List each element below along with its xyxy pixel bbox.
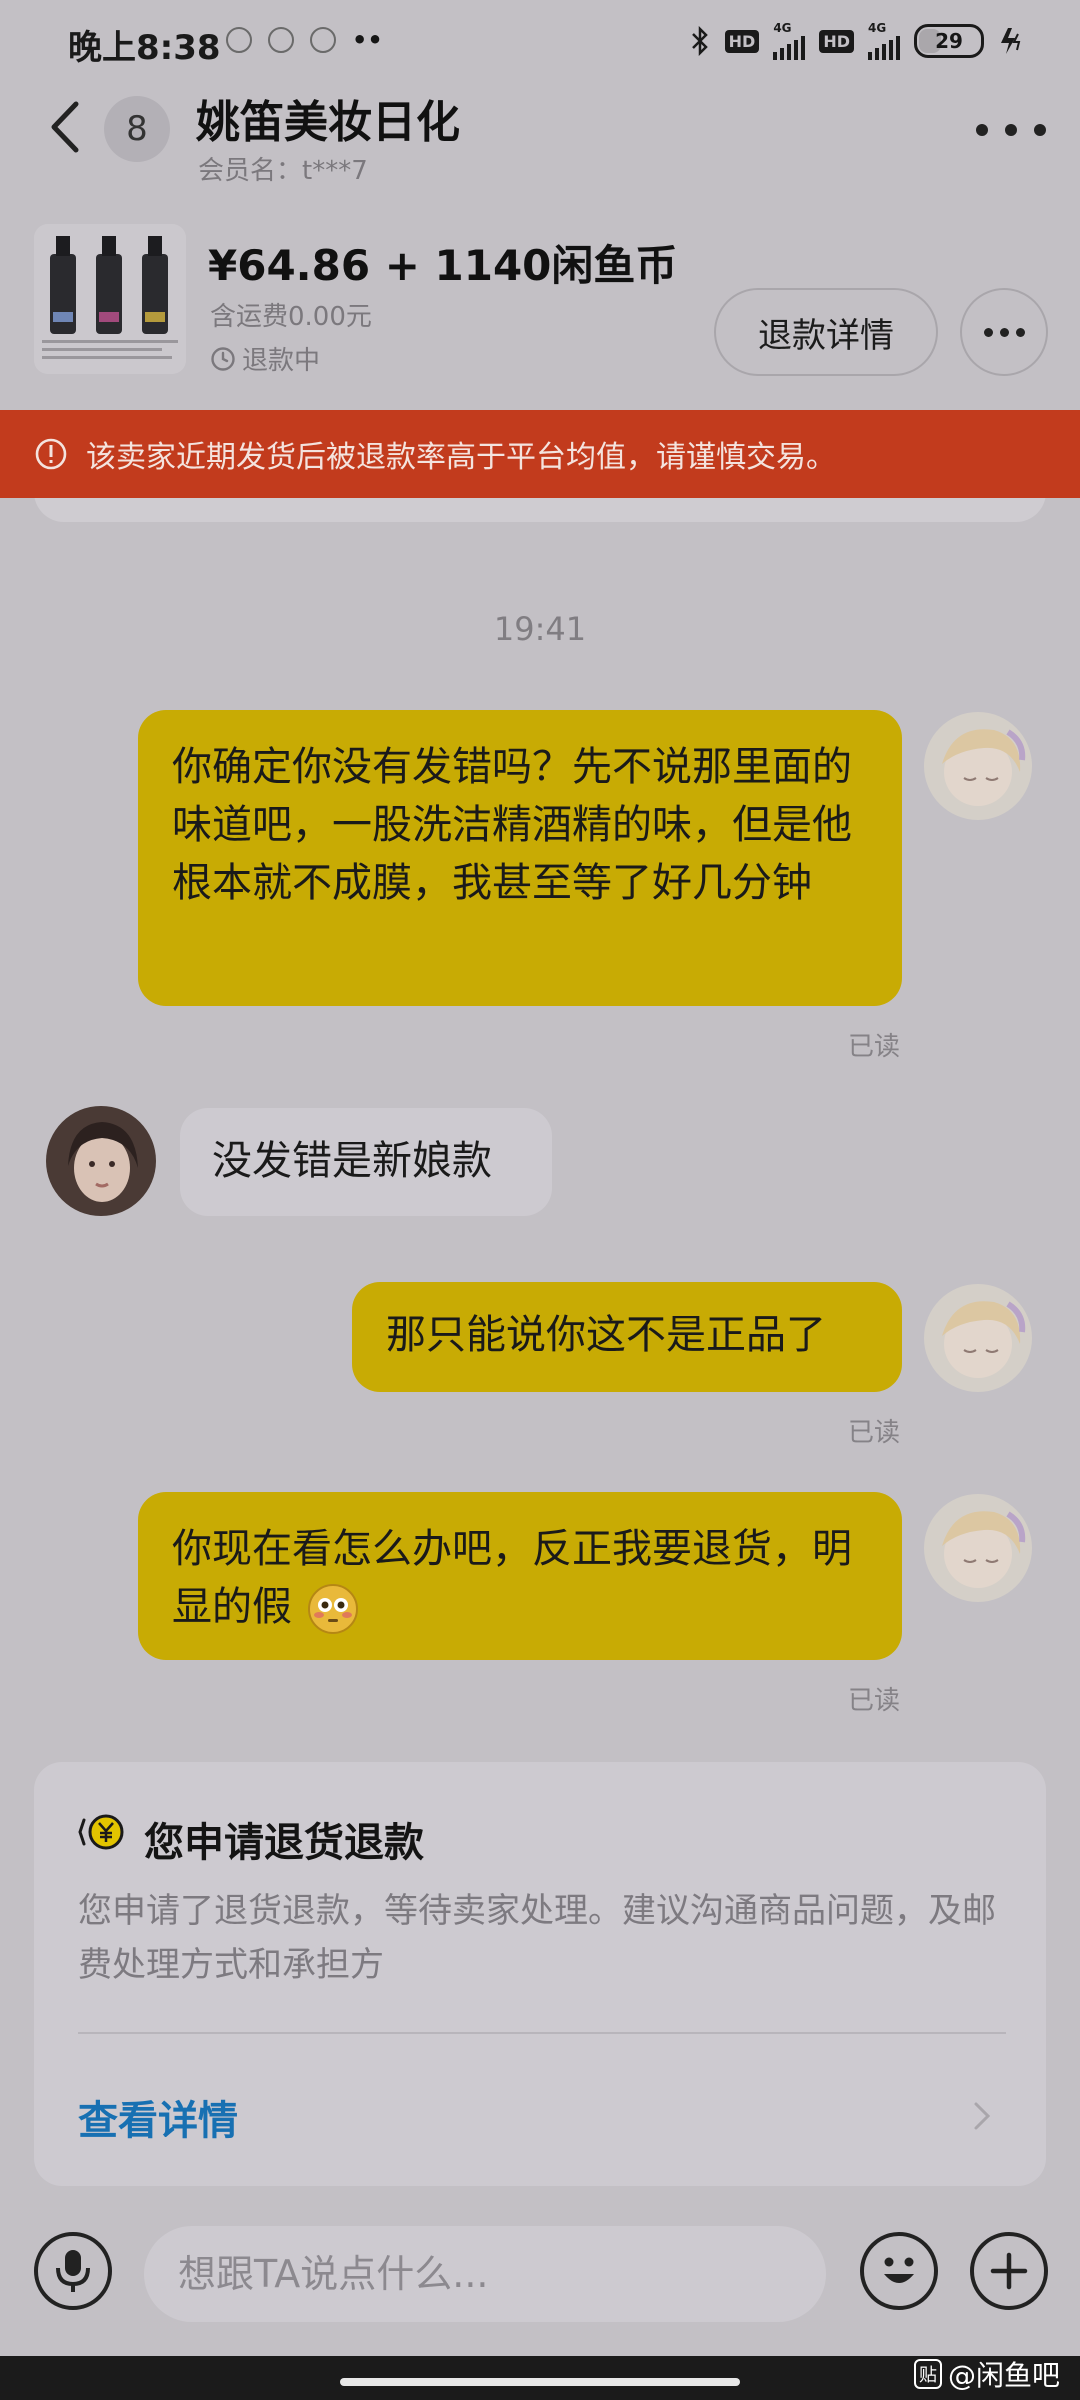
view-details-link[interactable]: 查看详情: [78, 2088, 238, 2146]
more-notifications-indicator: ••: [352, 26, 383, 54]
app-notification-icon: [226, 27, 252, 53]
chevron-right-icon[interactable]: [970, 2096, 994, 2136]
message-text: 没发错是新娘款: [212, 1138, 492, 1184]
seller-avatar[interactable]: [46, 1106, 156, 1216]
dot-icon: [976, 124, 988, 136]
message-text: 你现在看怎么办吧，反正我要退货，明显的假: [172, 1526, 852, 1630]
charging-icon: [998, 26, 1024, 56]
refund-card-description: 您申请了退货退款，等待卖家处理。建议沟通商品问题，及邮费处理方式和承担方: [78, 1891, 996, 1985]
avatar-image: [46, 1106, 156, 1216]
emoji-button[interactable]: [860, 2232, 938, 2310]
product-price: ¥64.86 + 1140闲鱼币: [208, 241, 678, 290]
hd-badge: HD: [819, 29, 854, 53]
bluetooth-icon: [689, 26, 711, 56]
message-text: 那只能说你这不是正品了: [386, 1312, 826, 1358]
message-text: 你确定你没有发错吗？先不说那里面的味道吧，一股洗洁精酒精的味，但是他根本就不成膜…: [172, 744, 852, 906]
microphone-icon: [56, 2250, 90, 2292]
plus-icon: [990, 2252, 1028, 2290]
chevron-left-icon: [51, 101, 79, 153]
member-name: 会员名：t***7: [198, 156, 368, 186]
refund-detail-button[interactable]: 退款详情: [714, 288, 938, 376]
watermark: 贴 @闲鱼吧: [913, 2354, 1060, 2394]
outgoing-message-bubble[interactable]: 你确定你没有发错吗？先不说那里面的味道吧，一股洗洁精酒精的味，但是他根本就不成膜…: [138, 710, 902, 1006]
hd-badge: HD: [724, 29, 760, 53]
more-actions-button[interactable]: [970, 2232, 1048, 2310]
network-type: 4G: [868, 21, 887, 35]
battery-icon: 29: [914, 24, 984, 58]
chat-timestamp: 19:41: [493, 610, 587, 648]
status-bar: 晚上8:38 •• HD 4G HD 4G 29: [0, 0, 1080, 84]
divider: [78, 2032, 1006, 2034]
my-avatar[interactable]: [924, 1494, 1032, 1602]
flushed-face-emoji-icon: [307, 1584, 358, 1634]
watermark-logo: 贴: [913, 2359, 942, 2389]
dot-icon: [1005, 124, 1017, 136]
watermark-text: @闲鱼吧: [947, 2359, 1060, 2392]
refund-notice-card: 您申请退货退款 您申请了退货退款，等待卖家处理。建议沟通商品问题，及邮费处理方式…: [34, 1762, 1046, 2186]
voice-input-button[interactable]: [34, 2232, 112, 2310]
more-options-button[interactable]: [976, 110, 1046, 150]
read-receipt: 已读: [848, 1686, 901, 1716]
dot-icon: [1015, 327, 1025, 337]
my-avatar[interactable]: [924, 1284, 1032, 1392]
home-indicator[interactable]: [340, 2378, 740, 2386]
yuan-coin-icon: [78, 1814, 124, 1850]
avatar-image: [924, 712, 1032, 820]
dot-icon: [999, 327, 1009, 337]
refund-card-title: 您申请退货退款: [144, 1820, 424, 1866]
product-thumbnail[interactable]: [34, 224, 186, 374]
dot-icon: [983, 327, 993, 337]
read-receipt: 已读: [848, 1032, 901, 1062]
status-time: 晚上8:38: [68, 28, 221, 68]
message-input[interactable]: [144, 2226, 826, 2322]
avatar-image: [924, 1494, 1032, 1602]
clock-icon: [211, 346, 235, 371]
dot-icon: [1034, 124, 1046, 136]
notification-icons: ••: [226, 26, 383, 54]
signal-icon: 4G: [773, 21, 806, 60]
unread-count-badge: 8: [104, 96, 170, 162]
refund-status: 退款中: [210, 340, 320, 377]
smiley-icon: [884, 2257, 914, 2283]
outgoing-message-bubble[interactable]: 你现在看怎么办吧，反正我要退货，明显的假: [138, 1492, 902, 1660]
shipping-fee: 含运费0.00元: [210, 302, 372, 332]
battery-level: 29: [935, 29, 963, 53]
shop-name: 姚笛美妆日化: [196, 97, 460, 148]
avatar-image: [924, 1284, 1032, 1392]
back-button[interactable]: [44, 94, 88, 160]
app-notification-icon: [268, 27, 294, 53]
incoming-message-bubble[interactable]: 没发错是新娘款: [180, 1108, 552, 1216]
system-icons: HD 4G HD 4G 29: [689, 22, 1024, 60]
outgoing-message-bubble[interactable]: 那只能说你这不是正品了: [352, 1282, 902, 1392]
seller-warning-banner: 该卖家近期发货后被退款率高于平台均值，请谨慎交易。: [0, 410, 1080, 498]
product-image: [34, 224, 186, 374]
app-notification-icon: [310, 27, 336, 53]
warning-icon: [35, 438, 67, 470]
signal-icon: 4G: [868, 22, 900, 60]
order-more-button[interactable]: [960, 288, 1048, 376]
refund-status-text: 退款中: [242, 346, 321, 376]
read-receipt: 已读: [848, 1418, 901, 1448]
warning-text: 该卖家近期发货后被退款率高于平台均值，请谨慎交易。: [86, 440, 836, 475]
my-avatar[interactable]: [924, 712, 1032, 820]
network-type: 4G: [773, 21, 792, 35]
